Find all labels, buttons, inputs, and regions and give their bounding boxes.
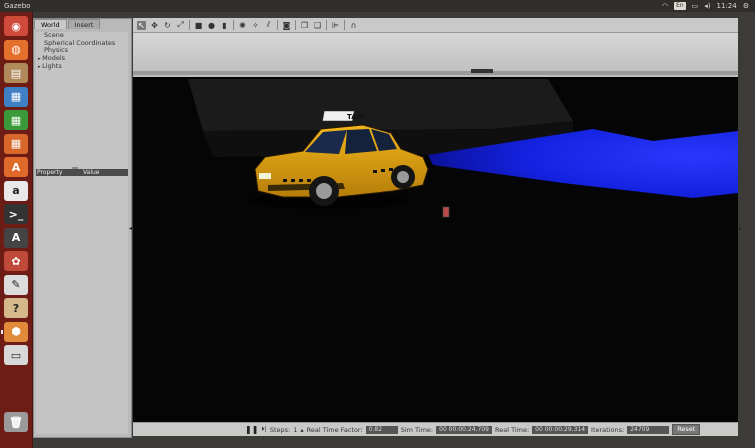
top-panel: Gazebo ◠ En ▭ ◂) 11:24 ⚙: [0, 0, 755, 12]
launcher-dash-icon[interactable]: ◉: [4, 16, 28, 36]
launcher-impress-icon[interactable]: ▦: [4, 133, 28, 154]
copy-icon[interactable]: ❐: [300, 21, 309, 30]
cylinder-shape-icon[interactable]: ▮: [220, 21, 229, 30]
toolbar-separator: [233, 20, 234, 30]
rtf-label: Real Time Factor:: [306, 425, 363, 434]
status-bar: ❚❚ ⏵| Steps: 1 ▴ Real Time Factor: 0.82 …: [133, 422, 738, 436]
translate-tool-icon[interactable]: ✥: [150, 21, 159, 30]
launcher-help-icon[interactable]: ?: [4, 298, 28, 318]
spot-light-icon[interactable]: ✧: [251, 21, 260, 30]
iterations-label: Iterations:: [591, 425, 625, 434]
launcher-updater-icon[interactable]: A: [4, 227, 28, 248]
align-icon[interactable]: ⊫: [331, 21, 340, 30]
point-light-icon[interactable]: ✺: [238, 21, 247, 30]
toolbar-separator: [295, 20, 296, 30]
scale-tool-icon[interactable]: ⤢: [176, 20, 185, 30]
launcher-terminal-icon[interactable]: >_: [4, 204, 28, 224]
toolbar-separator: [344, 20, 345, 30]
launcher-drive-icon[interactable]: ▭: [4, 345, 28, 365]
property-table-header: Property Value: [36, 169, 128, 176]
launcher: ◉ ◍ ▤ ▦ ▦ ▦ Aa >_ A ✿ ✎? ⬢ ▭ 🗑: [0, 12, 33, 448]
rotate-tool-icon[interactable]: ↻: [163, 21, 172, 30]
sky-background: [133, 33, 738, 77]
toolbar-separator: [326, 20, 327, 30]
value-column-header: Value: [83, 169, 100, 176]
launcher-gazebo-icon[interactable]: ⬢: [1, 321, 28, 342]
tab-world[interactable]: World: [34, 19, 67, 29]
real-time-field: 00 00:00:29.314: [532, 425, 589, 434]
system-tray: ◠ En ▭ ◂) 11:24 ⚙: [662, 1, 749, 11]
launcher-files-icon[interactable]: ▤: [4, 63, 28, 83]
toolbar-separator: [189, 20, 190, 30]
taxi-sign-text: TAXI: [347, 113, 365, 121]
rtf-field: 0.82: [365, 425, 398, 434]
battery-icon[interactable]: ▭: [692, 2, 699, 10]
screenshot-icon[interactable]: ◙: [282, 21, 291, 30]
tree-item-lights[interactable]: Lights: [36, 62, 128, 72]
steps-value[interactable]: 1: [293, 426, 297, 434]
reset-button[interactable]: Reset: [672, 424, 701, 435]
launcher-firefox-icon[interactable]: ◍: [4, 39, 28, 60]
sphere-shape-icon[interactable]: ●: [207, 21, 216, 30]
world-tree: SceneSpherical CoordinatesPhysicsModelsL…: [36, 31, 128, 170]
toolbar-separator: [277, 20, 278, 30]
property-column-header: Property: [37, 169, 63, 176]
volume-icon[interactable]: ◂): [704, 2, 710, 10]
launcher-writer-icon[interactable]: ▦: [4, 86, 28, 107]
step-button[interactable]: ⏵|: [261, 425, 266, 434]
steps-label: Steps:: [269, 425, 291, 434]
left-panel: World Insert Scene Spherical Coordinates P…: [33, 18, 132, 438]
taxi-headlight: [259, 173, 271, 179]
scene-render: TAXI: [133, 33, 738, 422]
tab-insert[interactable]: Insert: [67, 19, 101, 29]
sim-time-label: Sim Time:: [400, 425, 434, 434]
iterations-field: 24709: [627, 425, 670, 434]
real-time-label: Real Time:: [494, 425, 530, 434]
select-tool-icon[interactable]: ↖: [137, 20, 146, 30]
launcher-amazon-icon[interactable]: a: [4, 180, 28, 201]
launcher-software-center-icon[interactable]: A: [4, 157, 28, 177]
launcher-editor-icon[interactable]: ✎: [4, 274, 28, 295]
property-table: [36, 176, 128, 434]
paste-icon[interactable]: ❏: [313, 21, 322, 30]
keyboard-layout-indicator[interactable]: En: [674, 2, 686, 10]
panel-tabs: World Insert: [34, 19, 101, 29]
launcher-settings-icon[interactable]: ✿: [4, 251, 28, 271]
horizon-line: [133, 71, 738, 75]
launcher-trash-icon[interactable]: 🗑: [4, 412, 28, 432]
sim-time-field: 00 00:00:24.709: [436, 425, 492, 434]
wall-block-top: [188, 79, 573, 131]
launcher-calc-icon[interactable]: ▦: [4, 110, 28, 130]
window-title: Gazebo: [4, 2, 31, 10]
small-cylinder-object: [442, 206, 450, 218]
directional-light-icon[interactable]: ⫽: [264, 20, 273, 30]
steps-dropdown-icon[interactable]: ▴: [300, 426, 303, 434]
pause-button[interactable]: ❚❚: [245, 425, 258, 434]
distant-object: [471, 69, 493, 73]
clock[interactable]: 11:24: [717, 2, 737, 10]
right-panel-collapse-handle[interactable]: ▸: [739, 225, 742, 232]
box-shape-icon[interactable]: ■: [194, 21, 203, 30]
power-gear-icon[interactable]: ⚙: [743, 2, 749, 10]
wifi-icon[interactable]: ◠: [662, 2, 668, 10]
3d-viewport[interactable]: TAXI: [133, 33, 738, 422]
snap-icon[interactable]: ∩: [349, 21, 358, 30]
left-panel-collapse-handle[interactable]: ◂: [129, 225, 132, 232]
toolbar: ↖ ✥ ↻ ⤢ ■ ● ▮ ✺ ✧ ⫽ ◙ ❐ ❏ ⊫ ∩: [133, 18, 738, 33]
